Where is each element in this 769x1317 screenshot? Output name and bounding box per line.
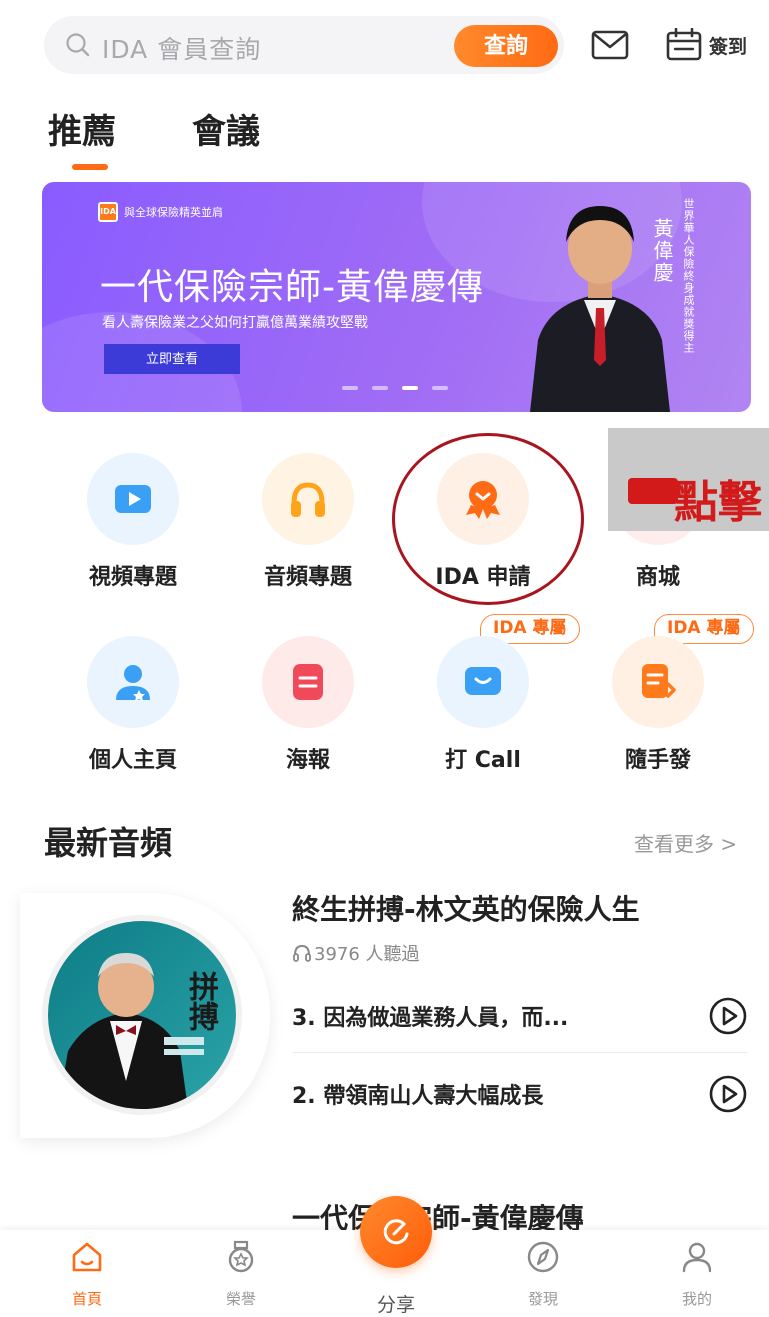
grid-label: 視頻專題	[88, 565, 177, 590]
grid-label: 音頻專題	[263, 565, 352, 590]
checkin-button[interactable]: 簽到	[665, 26, 765, 64]
grid-poster[interactable]: 海報	[233, 636, 383, 786]
poster-icon	[293, 664, 323, 700]
listen-count-text: 3976 人聽過	[314, 944, 420, 965]
home-icon	[72, 1242, 102, 1272]
nav-home[interactable]: 首頁	[32, 1230, 142, 1317]
checkin-label: 簽到	[709, 36, 748, 58]
headphones-icon	[291, 482, 325, 517]
click-annotation: 點擊	[608, 428, 769, 531]
nav-label: 榮譽	[225, 1290, 256, 1308]
nav-discover[interactable]: 發現	[488, 1230, 598, 1317]
grid-quick-post[interactable]: 隨手發	[583, 636, 733, 786]
banner-subtitle: 看人壽保險業之父如何打贏億萬業績攻堅戰	[102, 315, 368, 331]
section-title-latest-audio: 最新音頻	[44, 824, 173, 862]
grid-audio-topics[interactable]: 音頻專題	[233, 453, 383, 603]
grid-personal-page[interactable]: 個人主頁	[58, 636, 208, 786]
ida-logo: IDA	[98, 202, 118, 222]
listen-count: 3976 人聽過	[292, 940, 420, 966]
album-cover[interactable]: 拼搏	[42, 915, 242, 1115]
play-icon[interactable]	[708, 1074, 748, 1114]
grid-icon-bg	[612, 636, 704, 728]
user-icon	[682, 1242, 712, 1273]
share-button[interactable]	[360, 1196, 432, 1268]
grid-video-topics[interactable]: 視頻專題	[58, 453, 208, 603]
nav-me[interactable]: 我的	[642, 1230, 752, 1317]
audio-title[interactable]: 終生拼搏-林文英的保險人生	[292, 888, 640, 928]
episode-item[interactable]: 3. 因為做過業務人員，而...	[292, 990, 748, 1050]
grid-label: 海報	[285, 748, 330, 773]
episode-item[interactable]: 2. 帶領南山人壽大幅成長	[292, 1068, 748, 1128]
grid-label: 商城	[635, 565, 680, 590]
speaker-caption: 世界華人保險終身成就獎得主	[682, 198, 695, 354]
annotation-bar	[628, 478, 678, 504]
share-icon	[383, 1219, 409, 1245]
nav-honors[interactable]: 榮譽	[186, 1230, 296, 1317]
grid-label: 個人主頁	[88, 748, 177, 773]
user-profile-icon	[116, 665, 150, 701]
compass-icon	[527, 1241, 559, 1273]
see-more-link[interactable]: 查看更多 >	[634, 828, 737, 857]
chat-call-icon	[465, 667, 501, 695]
tab-indicator	[72, 164, 108, 170]
banner-tagline: 與全球保險精英並肩	[124, 206, 223, 219]
nav-label: 我的	[681, 1290, 712, 1308]
video-icon	[115, 485, 151, 513]
carousel-dots[interactable]	[342, 386, 462, 392]
grid-icon-bg	[437, 636, 529, 728]
headphones-icon	[293, 944, 311, 962]
tab-meetings[interactable]: 會議	[192, 104, 260, 153]
nav-label-share: 分享	[376, 1294, 415, 1316]
grid-label: 打 Call	[445, 748, 521, 773]
tab-recommend[interactable]: 推薦	[48, 104, 116, 153]
episode-title: 3. 因為做過業務人員，而...	[292, 1006, 569, 1031]
grid-icon-bg	[262, 636, 354, 728]
search-button[interactable]: 查詢	[454, 25, 558, 67]
mail-icon[interactable]	[590, 27, 630, 63]
grid-icon-bg	[87, 636, 179, 728]
play-icon[interactable]	[708, 996, 748, 1036]
tab-bar: 推薦 會議	[48, 104, 448, 174]
search-input[interactable]: IDA 會員查詢	[102, 30, 261, 66]
click-annotation-text: 點擊	[674, 477, 762, 528]
highlight-circle	[392, 433, 584, 605]
quick-post-icon	[642, 664, 676, 698]
divider	[292, 1052, 748, 1053]
album-title-text: 拼搏	[183, 971, 218, 1031]
search-bar[interactable]: IDA 會員查詢 查詢	[44, 16, 564, 74]
calendar-icon	[666, 28, 702, 61]
banner-view-button[interactable]: 立即查看	[104, 344, 240, 374]
grid-call[interactable]: 打 Call	[408, 636, 558, 786]
banner-title: 一代保險宗師-黃偉慶傳	[100, 267, 484, 308]
grid-icon-bg	[87, 453, 179, 545]
episode-title: 2. 帶領南山人壽大幅成長	[292, 1084, 544, 1109]
speaker-name: 黃偉慶	[650, 218, 674, 284]
nav-label: 首頁	[71, 1290, 102, 1308]
search-icon	[66, 33, 90, 57]
nav-label: 發現	[527, 1290, 558, 1308]
grid-label: 隨手發	[624, 748, 691, 773]
medal-icon	[228, 1240, 254, 1273]
grid-icon-bg	[262, 453, 354, 545]
promo-banner[interactable]: IDA 與全球保險精英並肩 一代保險宗師-黃偉慶傳 看人壽保險業之父如何打贏億萬…	[42, 182, 751, 412]
top-bar: IDA 會員查詢 查詢 簽到	[0, 0, 769, 95]
